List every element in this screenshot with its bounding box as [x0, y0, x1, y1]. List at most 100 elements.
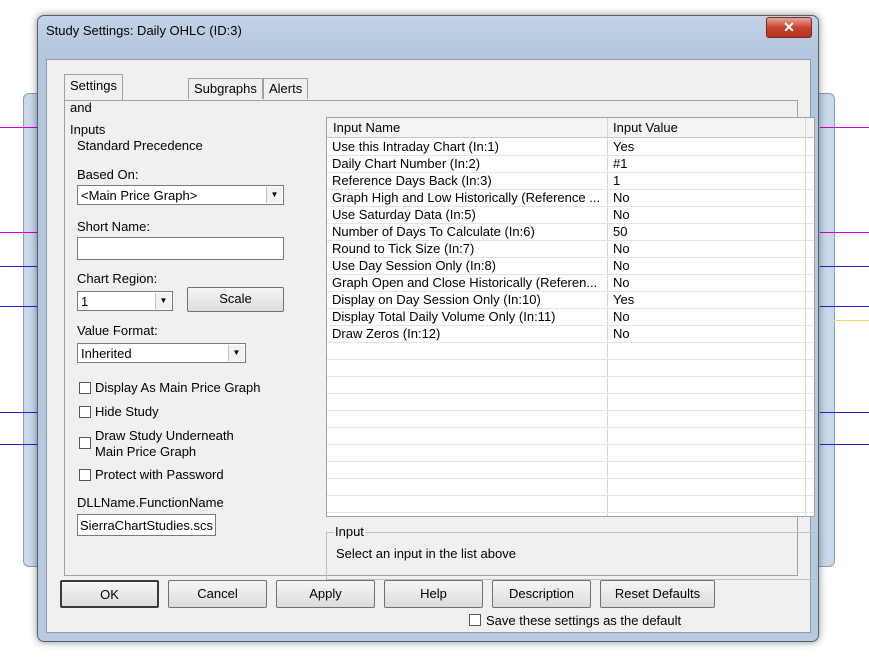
chart-line	[820, 412, 869, 413]
chart-line	[0, 306, 40, 307]
input-value-cell[interactable]: No	[613, 258, 630, 273]
input-value-cell[interactable]: 1	[613, 173, 620, 188]
chart-line	[0, 412, 40, 413]
input-value-cell[interactable]: Yes	[613, 292, 634, 307]
input-name-cell[interactable]: Draw Zeros (In:12)	[332, 326, 604, 341]
input-value-cell[interactable]: No	[613, 326, 630, 341]
input-description-group: Input Select an input in the list above	[326, 524, 817, 580]
hide-study-checkbox[interactable]	[79, 406, 91, 418]
based-on-select[interactable]: <Main Price Graph> ▼	[77, 185, 284, 205]
protect-password-checkbox[interactable]	[79, 469, 91, 481]
empty-table-row	[327, 427, 814, 445]
input-hint-text: Select an input in the list above	[336, 546, 516, 561]
tab-settings-and-inputs[interactable]: Settings and Inputs	[64, 74, 123, 137]
column-header-input-value[interactable]: Input Value	[613, 120, 678, 135]
scale-button[interactable]: Scale	[187, 287, 284, 312]
chart-region-value: 1	[81, 294, 89, 309]
table-row[interactable]: Number of Days To Calculate (In:6) 50	[327, 223, 814, 241]
input-name-cell[interactable]: Daily Chart Number (In:2)	[332, 156, 604, 171]
input-name-cell[interactable]: Display on Day Session Only (In:10)	[332, 292, 604, 307]
input-name-cell[interactable]: Reference Days Back (In:3)	[332, 173, 604, 188]
input-name-cell[interactable]: Use this Intraday Chart (In:1)	[332, 139, 604, 154]
save-default-checkbox[interactable]	[469, 614, 481, 626]
value-format-value: Inherited	[81, 346, 132, 361]
column-header-input-name[interactable]: Input Name	[333, 120, 400, 135]
table-row[interactable]: Reference Days Back (In:3) 1	[327, 172, 814, 190]
table-row[interactable]: Use Saturday Data (In:5) No	[327, 206, 814, 224]
chevron-down-icon: ▼	[155, 293, 171, 309]
empty-table-row	[327, 376, 814, 394]
table-row[interactable]: Use this Intraday Chart (In:1) Yes	[327, 138, 814, 156]
input-name-cell[interactable]: Graph Open and Close Historically (Refer…	[332, 275, 604, 290]
input-value-cell[interactable]: #1	[613, 156, 627, 171]
input-group-caption: Input	[334, 524, 365, 539]
reset-defaults-button[interactable]: Reset Defaults	[600, 580, 715, 608]
input-name-cell[interactable]: Graph High and Low Historically (Referen…	[332, 190, 604, 205]
tab-alerts[interactable]: Alerts	[263, 78, 309, 99]
protect-password-label: Protect with Password	[95, 467, 224, 482]
input-value-cell[interactable]: No	[613, 190, 630, 205]
chart-line	[0, 444, 40, 445]
chart-line	[820, 232, 869, 233]
dll-function-value: SierraChartStudies.scs	[80, 518, 213, 533]
table-row[interactable]: Display on Day Session Only (In:10) Yes	[327, 291, 814, 309]
save-default-label: Save these settings as the default	[486, 613, 682, 628]
input-value-cell[interactable]: 50	[613, 224, 627, 239]
chart-region-select[interactable]: 1 ▼	[77, 291, 173, 311]
chart-line	[820, 266, 869, 267]
input-value-cell[interactable]: No	[613, 309, 630, 324]
settings-tab-panel: Standard Precedence Based On: <Main Pric…	[64, 100, 817, 580]
short-name-input[interactable]	[77, 237, 284, 260]
tab-subgraphs[interactable]: Subgraphs	[188, 78, 263, 99]
draw-underneath-label-line2: Main Price Graph	[95, 444, 197, 459]
table-row[interactable]: Draw Zeros (In:12) No	[327, 325, 814, 343]
based-on-label: Based On:	[77, 167, 139, 182]
dll-label: DLLName.FunctionName	[77, 495, 224, 510]
empty-table-row	[327, 342, 814, 360]
chevron-down-icon: ▼	[228, 345, 244, 361]
table-row[interactable]: Display Total Daily Volume Only (In:11) N…	[327, 308, 814, 326]
input-value-cell[interactable]: No	[613, 241, 630, 256]
empty-table-row	[327, 410, 814, 428]
dll-function-input[interactable]: SierraChartStudies.scs	[77, 514, 216, 536]
empty-table-row	[327, 359, 814, 377]
input-name-cell[interactable]: Display Total Daily Volume Only (In:11)	[332, 309, 604, 324]
display-as-main-label: Display As Main Price Graph	[95, 380, 261, 395]
value-format-select[interactable]: Inherited ▼	[77, 343, 246, 363]
cancel-button[interactable]: Cancel	[168, 580, 267, 608]
based-on-value: <Main Price Graph>	[81, 188, 198, 203]
input-value-cell[interactable]: No	[613, 275, 630, 290]
value-format-label: Value Format:	[77, 323, 158, 338]
description-button[interactable]: Description	[492, 580, 591, 608]
display-as-main-checkbox[interactable]	[79, 382, 91, 394]
chart-line	[0, 266, 40, 267]
table-row[interactable]: Graph High and Low Historically (Referen…	[327, 189, 814, 207]
input-value-cell[interactable]: No	[613, 207, 630, 222]
empty-table-row	[327, 444, 814, 462]
chart-line	[0, 232, 40, 233]
chart-line	[834, 320, 869, 321]
table-row[interactable]: Use Day Session Only (In:8) No	[327, 257, 814, 275]
input-name-cell[interactable]: Use Day Session Only (In:8)	[332, 258, 604, 273]
dialog-title: Study Settings: Daily OHLC (ID:3)	[46, 23, 242, 38]
input-name-cell[interactable]: Use Saturday Data (In:5)	[332, 207, 604, 222]
dialog-client-area: Settings and Inputs Subgraphs Alerts Sta…	[46, 59, 817, 633]
inputs-grid[interactable]: Input Name Input Value Use this Intraday…	[326, 117, 815, 517]
table-row[interactable]: Daily Chart Number (In:2) #1	[327, 155, 814, 173]
close-button[interactable]: ✕	[766, 17, 812, 38]
chart-line	[820, 444, 869, 445]
input-name-cell[interactable]: Round to Tick Size (In:7)	[332, 241, 604, 256]
input-value-cell[interactable]: Yes	[613, 139, 634, 154]
input-name-cell[interactable]: Number of Days To Calculate (In:6)	[332, 224, 604, 239]
apply-button[interactable]: Apply	[276, 580, 375, 608]
hide-study-label: Hide Study	[95, 404, 159, 419]
ok-button[interactable]: OK	[60, 580, 159, 608]
empty-table-row	[327, 461, 814, 479]
chart-line	[0, 127, 40, 128]
help-button[interactable]: Help	[384, 580, 483, 608]
table-row[interactable]: Graph Open and Close Historically (Refer…	[327, 274, 814, 292]
chart-line	[820, 306, 869, 307]
table-row[interactable]: Round to Tick Size (In:7) No	[327, 240, 814, 258]
chart-region-label: Chart Region:	[77, 271, 158, 286]
draw-underneath-checkbox[interactable]	[79, 437, 91, 449]
